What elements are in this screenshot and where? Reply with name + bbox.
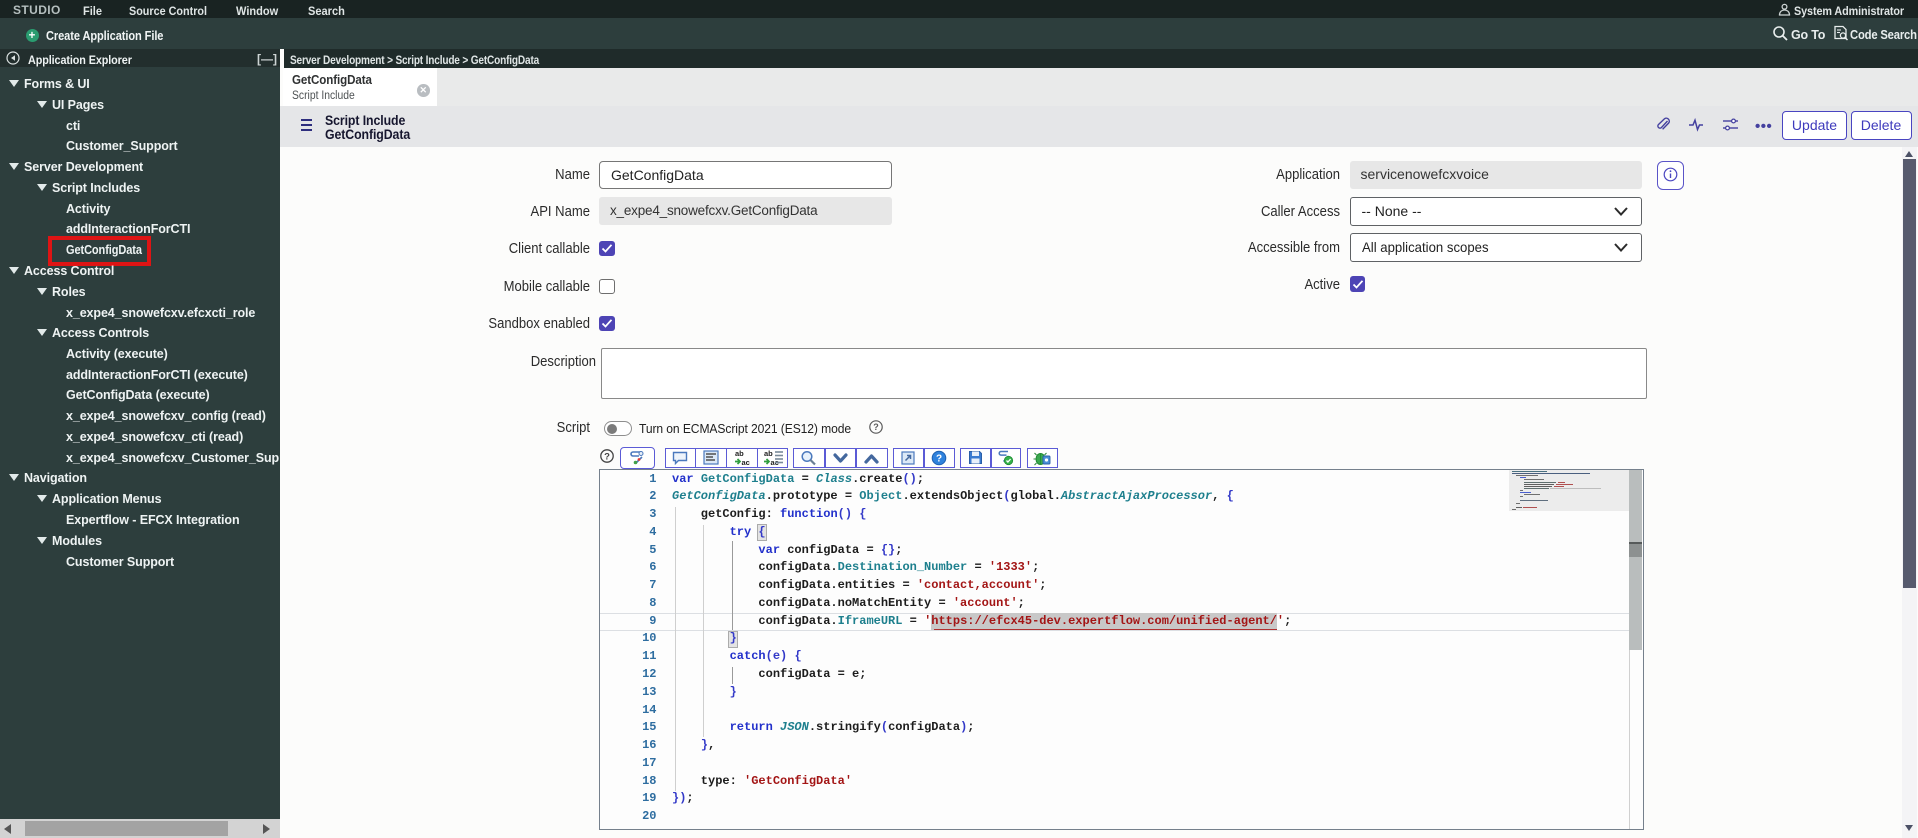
svg-text:ab: ab (735, 449, 744, 458)
svg-text:?: ? (936, 454, 942, 465)
svg-text:ab: ab (764, 449, 773, 458)
svg-text:?: ? (873, 422, 879, 432)
svg-text:?: ? (604, 451, 610, 462)
svg-text:ac: ac (742, 458, 750, 467)
